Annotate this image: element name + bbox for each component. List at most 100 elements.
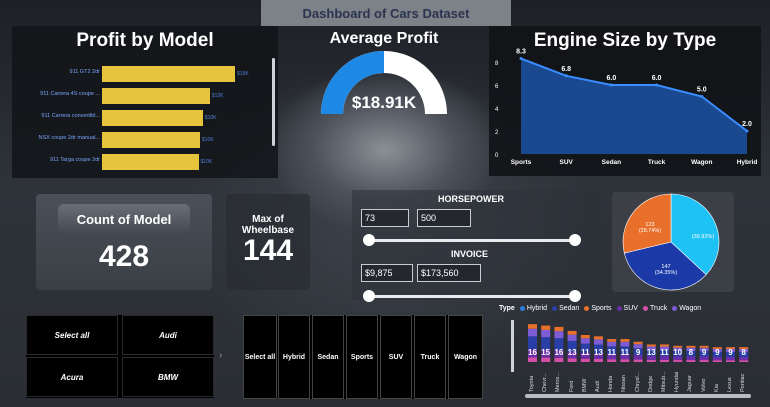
stacked-bar-segment[interactable]: [633, 359, 643, 362]
type-pie-chart[interactable]: (36.92%) 147 (34.35%) 123 (28.74%): [612, 192, 734, 292]
profit-by-model-chart[interactable]: Profit by Model 911 GT2 2dr $19K 911 Carre…: [12, 26, 278, 178]
stacked-bar-segment[interactable]: [594, 358, 603, 362]
profit-bar-row[interactable]: 911 Carrera convertibl... $10K: [12, 110, 278, 126]
stacked-bar-segment[interactable]: [567, 358, 577, 362]
stacked-bar-segment[interactable]: [541, 325, 551, 330]
profit-bar[interactable]: [102, 132, 200, 148]
stacked-bar-segment[interactable]: [712, 356, 722, 361]
stacked-bar-segment[interactable]: [567, 334, 577, 341]
profit-bar-row[interactable]: NSX coupe 2dr manual... $10K: [12, 132, 278, 148]
stacked-bar-segment[interactable]: [712, 360, 722, 362]
stacked-bar-segment[interactable]: [554, 331, 564, 339]
stacked-bar-category: Chevr...: [542, 373, 549, 392]
stacked-bar-segment[interactable]: [699, 356, 709, 361]
stacked-bar-segment[interactable]: [620, 341, 630, 347]
stacked-bar-segment[interactable]: [554, 357, 564, 362]
stacked-bar-segment[interactable]: [528, 324, 537, 329]
stacked-bar-segment[interactable]: [633, 341, 643, 345]
average-profit-gauge[interactable]: Average Profit $18.91K: [282, 26, 486, 146]
profit-bar-label: 911 GT2 2dr: [69, 69, 100, 75]
invoice-slider-track[interactable]: [369, 295, 576, 298]
make-acura[interactable]: Acura: [26, 357, 118, 397]
stacked-bar-segment[interactable]: [594, 339, 603, 345]
profit-bar[interactable]: [102, 154, 199, 170]
stacked-bar-segment[interactable]: [739, 356, 749, 361]
stacked-bar-segment[interactable]: [646, 359, 656, 362]
stacked-bar-segment[interactable]: [660, 359, 669, 362]
stacked-bar-segment[interactable]: [726, 356, 735, 361]
stacked-bar-segment[interactable]: [607, 339, 617, 342]
engine-point[interactable]: [745, 129, 749, 133]
type-wagon[interactable]: Wagon: [448, 315, 483, 399]
stacked-bar-category: Kia: [713, 384, 720, 392]
stacked-bar-segment[interactable]: [541, 329, 551, 338]
stack-chart-vertical-slider[interactable]: [511, 320, 514, 372]
engine-point[interactable]: [609, 83, 613, 87]
make-stacked-bar-chart[interactable]: Type Hybrid Sedan Sports SUV Truck Wagon 16 Toy…: [495, 300, 765, 404]
horsepower-slider-track[interactable]: [369, 239, 576, 242]
stacked-bar-segment[interactable]: [580, 335, 590, 339]
stacked-bar-segment[interactable]: [554, 326, 564, 332]
type-sports[interactable]: Sports: [346, 315, 378, 399]
make-select-all[interactable]: Select all: [26, 315, 118, 355]
stacked-bar-segment[interactable]: [646, 344, 656, 347]
stacked-bar-segment[interactable]: [567, 330, 577, 335]
stacked-bar-segment[interactable]: [607, 359, 617, 362]
horsepower-max-input[interactable]: 500: [417, 209, 471, 227]
engine-x-tick: SUV: [560, 159, 574, 166]
type-select-all[interactable]: Select all: [243, 315, 277, 399]
stacked-bar-segment[interactable]: [580, 338, 590, 344]
stacked-bar-segment[interactable]: [673, 356, 683, 361]
pie-label-147: 147 (34.35%): [654, 264, 678, 276]
pie-label-158: (36.92%): [691, 234, 715, 240]
type-suv[interactable]: SUV: [380, 315, 412, 399]
profit-bar[interactable]: [102, 88, 210, 104]
type-truck[interactable]: Truck: [414, 315, 446, 399]
count-of-model-label: Count of Model: [58, 204, 190, 234]
profit-bar[interactable]: [102, 66, 235, 82]
profit-bar-row[interactable]: 911 GT2 2dr $19K: [12, 66, 278, 82]
type-sedan[interactable]: Sedan: [312, 315, 344, 399]
engine-point[interactable]: [519, 57, 523, 61]
stacked-bar-segment[interactable]: [726, 360, 735, 362]
stacked-bar-value: 8: [741, 348, 746, 357]
chevron-right-icon[interactable]: ›: [219, 350, 222, 361]
profit-chart-scrollbar[interactable]: [272, 58, 275, 146]
engine-point[interactable]: [564, 74, 568, 78]
invoice-min-handle[interactable]: [363, 290, 375, 302]
stacked-bar-category: Hyundai: [674, 371, 681, 392]
make-bmw[interactable]: BMW: [122, 357, 214, 397]
engine-point[interactable]: [700, 95, 704, 98]
stacked-bar-value: 13: [594, 348, 603, 357]
horsepower-min-handle[interactable]: [363, 234, 375, 246]
profit-bar-row[interactable]: 911 Carrera 4S coupe ... $12K: [12, 88, 278, 104]
profit-bar[interactable]: [102, 110, 203, 126]
stacked-bar-segment[interactable]: [699, 360, 709, 362]
stacked-bar-segment[interactable]: [673, 360, 683, 362]
stacked-bar-segment[interactable]: [620, 339, 630, 342]
type-hybrid[interactable]: Hybrid: [278, 315, 310, 399]
engine-size-by-type-chart[interactable]: Engine Size by Type 0 2 4 6 8 8.3 Sports 6.8 SUV…: [489, 26, 761, 176]
profit-bar-row[interactable]: 911 Targa coupe 2dr $10K: [12, 154, 278, 170]
stacked-bar-segment[interactable]: [660, 344, 669, 347]
stacked-bar-value: 11: [607, 348, 616, 357]
engine-point[interactable]: [655, 83, 659, 87]
stacked-bar-segment[interactable]: [528, 328, 537, 337]
stacked-bar-segment[interactable]: [541, 357, 551, 362]
stacked-bar-value: 16: [528, 348, 537, 357]
invoice-max-input[interactable]: $173,560: [417, 264, 481, 282]
stacked-bar-segment[interactable]: [739, 360, 749, 362]
invoice-min-input[interactable]: $9,875: [361, 264, 413, 282]
make-audi[interactable]: Audi: [122, 315, 214, 355]
stacked-bar-segment[interactable]: [686, 356, 696, 361]
stacked-bar-segment[interactable]: [607, 341, 617, 347]
stacked-bar-segment[interactable]: [686, 360, 696, 362]
stacked-bar-segment[interactable]: [620, 359, 630, 362]
stacked-bar-segment[interactable]: [528, 357, 537, 362]
horsepower-min-input[interactable]: 73: [361, 209, 409, 227]
horsepower-max-handle[interactable]: [569, 234, 581, 246]
profit-chart-title: Profit by Model: [76, 30, 214, 51]
stacked-bar-segment[interactable]: [580, 358, 590, 362]
stack-chart-horizontal-scrollbar[interactable]: [525, 394, 751, 398]
stacked-bar-segment[interactable]: [594, 336, 603, 340]
